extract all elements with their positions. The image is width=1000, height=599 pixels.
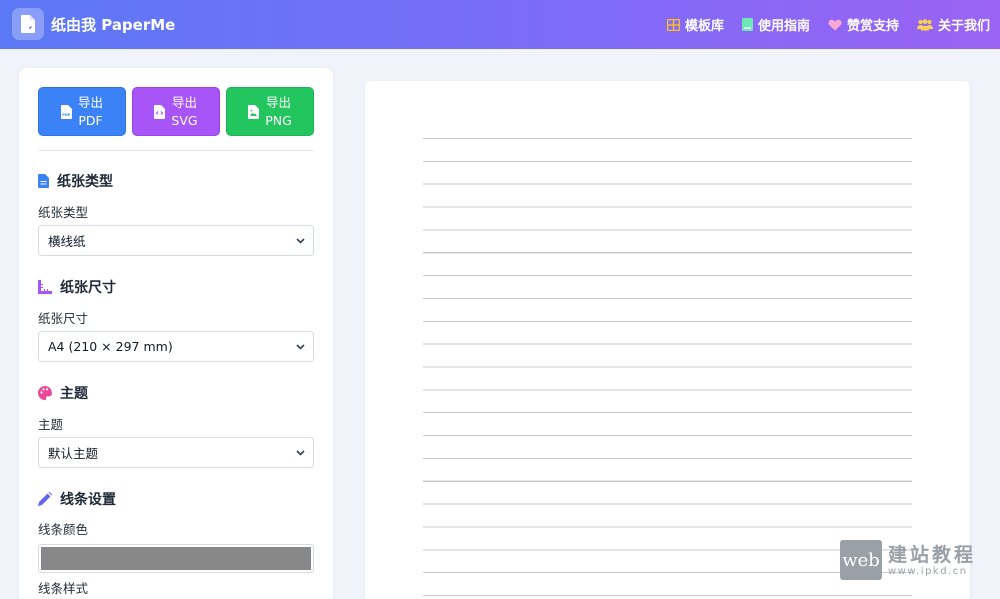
section-line-settings: 线条设置: [38, 489, 116, 509]
ruled-lines: [423, 138, 912, 599]
export-pdf-line1: 导出: [77, 94, 103, 110]
export-svg-button[interactable]: 导出 SVG: [132, 87, 220, 136]
section-paper-type: 纸张类型: [38, 171, 113, 191]
theme-label: 主题: [38, 417, 64, 432]
paper-type-label: 纸张类型: [38, 205, 89, 220]
grid-icon: [666, 18, 680, 31]
export-pdf-line2: PDF: [78, 112, 103, 128]
line-style-label: 线条样式: [38, 581, 89, 596]
ruler-icon: [38, 280, 52, 294]
paper-type-select[interactable]: 横线纸: [38, 225, 314, 256]
svg-text:PDF: PDF: [62, 113, 71, 117]
nav-support-label: 赞赏支持: [846, 19, 899, 34]
nav-guide[interactable]: 使用指南: [741, 15, 810, 34]
palette-icon: [38, 386, 52, 400]
brand-title: 纸由我 PaperMe: [51, 16, 176, 34]
top-nav: 模板库 使用指南 赞赏支持 关于我们: [666, 15, 990, 34]
nav-guide-label: 使用指南: [757, 19, 810, 34]
chevron-down-icon: [296, 238, 305, 244]
paper-type-value: 横线纸: [48, 234, 86, 249]
paper-size-label: 纸张尺寸: [38, 311, 89, 326]
watermark-logo: web: [840, 540, 882, 580]
export-png-line2: PNG: [265, 112, 292, 128]
nav-templates-label: 模板库: [684, 19, 724, 34]
line-color-label: 线条颜色: [38, 522, 89, 537]
export-pdf-button[interactable]: PDF 导出 PDF: [38, 87, 126, 136]
nav-about[interactable]: 关于我们: [916, 15, 990, 34]
export-png-line1: 导出: [265, 94, 291, 110]
pdf-file-icon: PDF: [60, 104, 72, 119]
export-png-button[interactable]: 导出 PNG: [226, 87, 314, 136]
divider: [38, 150, 314, 151]
theme-value: 默认主题: [48, 446, 99, 461]
export-svg-line1: 导出: [171, 94, 197, 110]
logo[interactable]: [12, 8, 44, 40]
section-paper-size-title: 纸张尺寸: [60, 280, 116, 296]
pencil-icon: [38, 492, 52, 506]
theme-select[interactable]: 默认主题: [38, 437, 314, 468]
section-theme: 主题: [38, 383, 88, 403]
export-buttons: PDF 导出 PDF 导出 SVG 导出 PNG: [38, 87, 314, 136]
watermark: web 建站教程 www.ipkd.cn: [840, 540, 976, 580]
top-bar: 纸由我 PaperMe 模板库 使用指南 赞赏支持 关于我们: [0, 0, 1000, 49]
section-paper-type-title: 纸张类型: [57, 174, 113, 190]
paper-size-value: A4 (210 × 297 mm): [48, 339, 173, 354]
chevron-down-icon: [296, 450, 305, 456]
settings-panel: PDF 导出 PDF 导出 SVG 导出 PNG 纸张类型 纸张类型 横线纸 纸…: [19, 68, 333, 599]
export-svg-line2: SVG: [171, 112, 198, 128]
nav-about-label: 关于我们: [937, 19, 990, 34]
book-icon: [741, 18, 753, 31]
watermark-title: 建站教程: [888, 543, 977, 566]
heart-icon: [828, 19, 842, 30]
section-line-settings-title: 线条设置: [60, 492, 116, 508]
image-file-icon: [248, 104, 260, 119]
section-paper-size: 纸张尺寸: [38, 277, 116, 297]
line-color-swatch: [41, 547, 311, 570]
paper-size-select[interactable]: A4 (210 × 297 mm): [38, 331, 314, 362]
chevron-down-icon: [296, 344, 305, 350]
document-icon: [21, 15, 35, 33]
section-theme-title: 主题: [60, 386, 88, 402]
nav-templates[interactable]: 模板库: [666, 15, 724, 34]
watermark-url: www.ipkd.cn: [888, 565, 968, 577]
nav-support[interactable]: 赞赏支持: [828, 15, 899, 34]
code-file-icon: [154, 104, 166, 119]
file-icon: [38, 174, 49, 188]
users-icon: [916, 18, 933, 30]
line-color-picker[interactable]: [38, 544, 314, 573]
